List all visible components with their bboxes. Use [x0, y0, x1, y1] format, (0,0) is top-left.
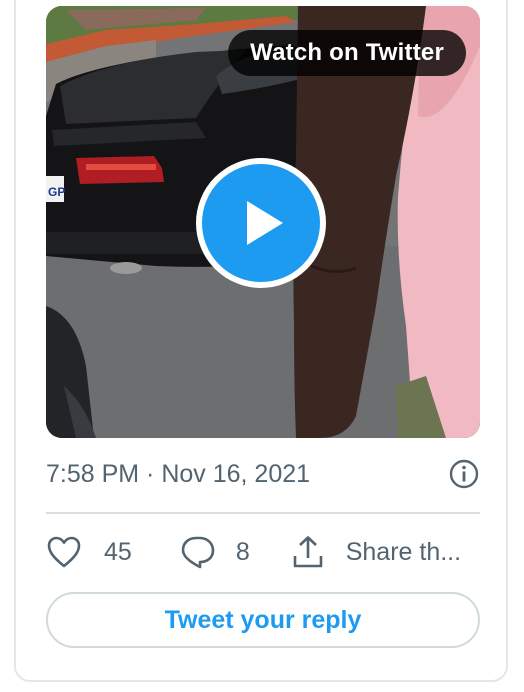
divider — [46, 512, 480, 514]
tweet-timestamp[interactable]: 7:58 PM · Nov 16, 2021 — [46, 460, 310, 489]
like-button[interactable]: 45 — [46, 535, 132, 569]
tweet-your-reply-label: Tweet your reply — [164, 605, 362, 634]
replies-count: 8 — [235, 537, 250, 566]
tweet-meta: 7:58 PM · Nov 16, 2021 — [46, 454, 480, 494]
share-button[interactable]: Share th... — [290, 534, 461, 570]
play-button[interactable] — [196, 158, 326, 288]
heart-icon — [47, 536, 81, 568]
tweet-your-reply-button[interactable]: Tweet your reply — [46, 592, 480, 648]
share-upload-icon — [293, 536, 323, 568]
watch-on-twitter-label: Watch on Twitter — [250, 39, 444, 66]
reply-button[interactable]: 8 — [180, 534, 250, 570]
share-label: Share th... — [345, 537, 462, 566]
video-thumbnail[interactable]: GP Watch on Twitter — [46, 6, 480, 438]
tweet-actions: 45 8 Share th... — [46, 528, 486, 576]
info-icon[interactable] — [448, 458, 480, 490]
license-plate-text: GP — [48, 185, 65, 199]
likes-count: 45 — [104, 537, 132, 566]
watch-on-twitter-button[interactable]: Watch on Twitter — [228, 30, 466, 76]
play-icon — [247, 201, 283, 245]
reply-bubble-icon — [181, 536, 215, 569]
